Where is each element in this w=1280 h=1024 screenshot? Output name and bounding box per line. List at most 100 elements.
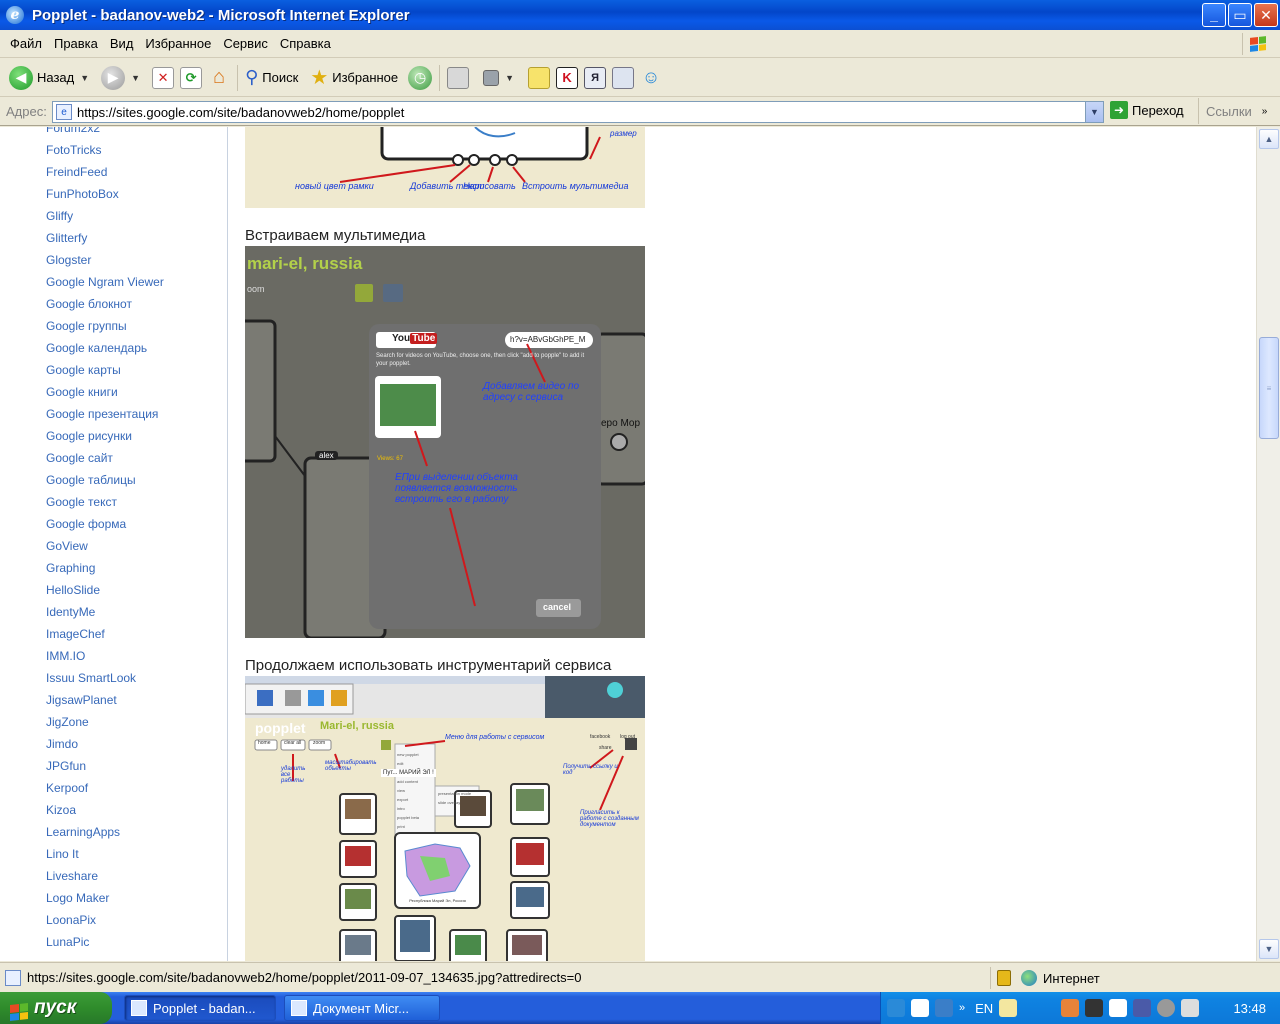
notes-button[interactable] — [525, 62, 553, 94]
youtube-search-input[interactable]: h?v=ABvGbGhPE_M — [510, 335, 585, 344]
tray-chevron-icon[interactable]: » — [959, 1002, 965, 1014]
menu-item[interactable]: popplet beta — [397, 813, 419, 822]
sidebar-link[interactable]: Google текст — [46, 495, 117, 509]
sidebar-link[interactable]: IdentyMe — [46, 605, 95, 619]
sidebar-link[interactable]: Graphing — [46, 561, 95, 575]
sidebar-link[interactable]: Google рисунки — [46, 429, 132, 443]
close-button[interactable]: ✕ — [1254, 3, 1278, 27]
sidebar-link[interactable]: Gliffy — [46, 209, 73, 223]
address-dropdown-icon[interactable]: ▼ — [1085, 102, 1103, 122]
sidebar-link[interactable]: LunaPic — [46, 935, 89, 949]
task-word[interactable]: Документ Micr... — [284, 995, 440, 1021]
go-button[interactable]: ➜ Переход — [1110, 101, 1184, 119]
zoom-button[interactable]: zoom — [313, 740, 325, 746]
search-button[interactable]: ⚲ Поиск — [242, 62, 301, 94]
scroll-up-button[interactable]: ▲ — [1259, 129, 1279, 149]
menu-item[interactable]: intro — [397, 804, 419, 813]
ie-quick-icon[interactable] — [887, 999, 905, 1017]
menu-item[interactable]: view — [397, 786, 419, 795]
menu-item[interactable]: print — [397, 822, 419, 831]
links-chevron-icon[interactable]: » — [1262, 106, 1268, 117]
back-button[interactable]: ◀ Назад ▼ — [6, 62, 92, 94]
tray-app-icon[interactable] — [1061, 999, 1080, 1017]
tray-app-icon[interactable] — [1181, 999, 1200, 1017]
sidebar-link[interactable]: FreindFeed — [46, 165, 107, 179]
sidebar-link[interactable]: FunPhotoBox — [46, 187, 119, 201]
kaspersky-tray-icon[interactable] — [1109, 999, 1128, 1017]
sidebar-link[interactable]: JigZone — [46, 715, 89, 729]
screenshot-popplet-toolbar[interactable]: новый цвет рамки Добавить текст Нарисова… — [245, 127, 645, 208]
home-button[interactable]: ⌂ — [205, 62, 233, 94]
research-button[interactable] — [609, 62, 637, 94]
menu-view[interactable]: Вид — [104, 36, 140, 51]
messenger-button[interactable]: ☺ — [637, 62, 665, 94]
history-button[interactable]: ◷ — [405, 62, 435, 94]
sidebar-link[interactable]: Glogster — [46, 253, 91, 267]
back-dropdown-icon[interactable]: ▼ — [80, 73, 89, 83]
menu-help[interactable]: Справка — [274, 36, 337, 51]
sidebar-link[interactable]: LoonaPix — [46, 913, 96, 927]
sidebar-link[interactable]: LearningApps — [46, 825, 120, 839]
sidebar-link[interactable]: Google блокнот — [46, 297, 132, 311]
sidebar-link[interactable]: Google форма — [46, 517, 126, 531]
browser-quick-icon[interactable] — [935, 999, 953, 1017]
translate-button[interactable]: Я — [581, 62, 609, 94]
task-ie[interactable]: Popplet - badan... — [124, 995, 276, 1021]
minimize-button[interactable]: _ — [1202, 3, 1226, 27]
screenshot-multimedia[interactable]: mari-el, russia oom alex еро Мор You Tube… — [245, 246, 645, 638]
refresh-button[interactable]: ⟳ — [177, 62, 205, 94]
sidebar-link[interactable]: Issuu SmartLook — [46, 671, 136, 685]
edit-dropdown-icon[interactable]: ▼ — [505, 73, 514, 83]
sidebar-link[interactable]: Jimdo — [46, 737, 78, 751]
stop-button[interactable]: ✕ — [149, 62, 177, 94]
sidebar-link[interactable]: JPGfun — [46, 759, 86, 773]
sidebar-link[interactable]: Google календарь — [46, 341, 147, 355]
network-icon[interactable] — [1133, 999, 1152, 1017]
menu-item[interactable]: add content — [397, 777, 419, 786]
sidebar-link[interactable]: Google таблицы — [46, 473, 136, 487]
forward-dropdown-icon[interactable]: ▼ — [131, 73, 140, 83]
sidebar-link[interactable]: Google презентация — [46, 407, 158, 421]
maximize-button[interactable]: ▭ — [1228, 3, 1252, 27]
address-input[interactable]: e https://sites.google.com/site/badanovw… — [52, 101, 1104, 123]
sidebar-link[interactable]: Google группы — [46, 319, 127, 333]
sidebar-link[interactable]: JigsawPlanet — [46, 693, 117, 707]
sidebar-link[interactable]: IMM.IO — [46, 649, 85, 663]
sidebar-link[interactable]: GoView — [46, 539, 88, 553]
sidebar-link[interactable]: Kizoa — [46, 803, 76, 817]
logout-button[interactable]: log out — [620, 734, 635, 740]
menu-edit[interactable]: Правка — [48, 36, 104, 51]
screenshot-tools[interactable]: popplet Mari-el, russia home clear all z… — [245, 676, 645, 961]
sidebar-link[interactable]: Google сайт — [46, 451, 113, 465]
sidebar-link[interactable]: ImageChef — [46, 627, 105, 641]
sidebar-link[interactable]: Glitterfy — [46, 231, 87, 245]
start-button[interactable]: пуск — [0, 992, 112, 1024]
menu-item[interactable]: new popplet — [397, 750, 419, 759]
clear-all-button[interactable]: clear all — [284, 740, 301, 746]
sidebar-link[interactable]: FotoTricks — [46, 143, 102, 157]
print-button[interactable] — [444, 62, 472, 94]
help-icon[interactable] — [999, 999, 1018, 1017]
menu-item[interactable]: presentation mode — [438, 789, 471, 798]
share-button[interactable]: share — [599, 745, 612, 751]
home-button-small[interactable]: home — [258, 740, 271, 746]
facebook-button[interactable]: facebook — [590, 734, 610, 740]
sidebar-link[interactable]: Forum2x2 — [46, 127, 100, 135]
sidebar-link[interactable]: Logo Maker — [46, 891, 109, 905]
tray-app-icon[interactable] — [1157, 999, 1176, 1017]
sidebar-link[interactable]: Kerpoof — [46, 781, 88, 795]
sidebar-link[interactable]: Lino It — [46, 847, 79, 861]
language-indicator[interactable]: EN — [975, 1001, 993, 1016]
sidebar-link[interactable]: Google книги — [46, 385, 118, 399]
menu-item[interactable]: edit — [397, 759, 419, 768]
favorites-button[interactable]: ★ Избранное — [307, 62, 401, 94]
links-button[interactable]: Ссылки » — [1198, 98, 1267, 124]
sidebar-link[interactable]: Liveshare — [46, 869, 98, 883]
menu-item[interactable]: slide overlay — [438, 798, 471, 807]
kaspersky-button[interactable]: K — [553, 62, 581, 94]
scroll-thumb[interactable]: ≡ — [1259, 337, 1279, 439]
vertical-scrollbar[interactable]: ▲ ≡ ▼ — [1256, 127, 1280, 961]
scroll-down-button[interactable]: ▼ — [1259, 939, 1279, 959]
sidebar-link[interactable]: HelloSlide — [46, 583, 100, 597]
yandex-icon[interactable] — [911, 999, 929, 1017]
